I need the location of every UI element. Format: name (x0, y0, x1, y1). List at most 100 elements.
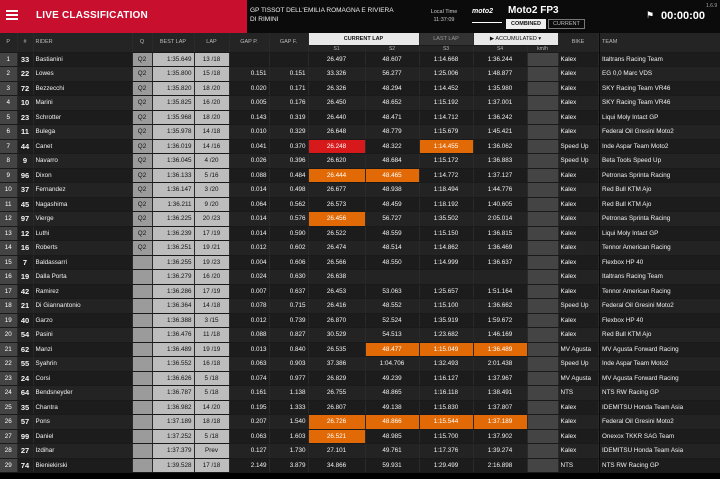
gap-previous: 0.074 (229, 371, 270, 386)
rider-number: 97 (17, 211, 34, 227)
bike-name: Speed Up (558, 298, 599, 314)
table-row[interactable]: 28 27 Izdihar 1:37.379 Prev 0.127 1.730 27.101 4… (0, 443, 720, 459)
lap-count: 20 /23 (194, 211, 230, 227)
table-row[interactable]: 18 21 Di Giannantonio 1:36.364 14 /18 0.078 0.… (0, 298, 720, 314)
table-row[interactable]: 4 10 Marini Q2 1:35.825 16 /20 0.005 0.176 26.45… (0, 95, 720, 111)
sector-4: 1:44.776 (473, 182, 528, 198)
tab-combined[interactable]: COMBINED (506, 19, 546, 29)
sector-3: 1:15.100 (419, 298, 474, 314)
sector-4: 1:36.815 (473, 226, 528, 241)
table-row[interactable]: 12 97 Vierge Q2 1:36.225 20 /23 0.014 0.576 26.4… (0, 211, 720, 227)
tab-last-lap[interactable]: LAST LAP (419, 33, 474, 46)
gap-first: 0.739 (269, 313, 309, 328)
team-name: NTS RW Racing GP (600, 385, 720, 401)
rider-number: 33 (17, 52, 34, 67)
qualifying-cell: Q2 (132, 110, 153, 125)
table-row[interactable]: 19 40 Garzo 1:36.388 3 /15 0.012 0.739 26.870 52… (0, 313, 720, 328)
speed-cell (527, 66, 559, 82)
table-row[interactable]: 5 23 Schrotter Q2 1:35.968 18 /20 0.143 0.319 26… (0, 110, 720, 125)
tab-current-lap[interactable]: CURRENT LAP (308, 33, 420, 46)
table-row[interactable]: 1 33 Bastianini Q2 1:35.649 13 /18 26.497 48.60… (0, 52, 720, 67)
bike-name: Kalex (558, 284, 599, 299)
sector-3: 1:15.150 (419, 226, 474, 241)
accumulated-dropdown[interactable]: ▶ ACCUMULATED ▾ (473, 33, 559, 46)
table-row[interactable]: 29 74 Bieniekirski 1:39.528 17 /18 2.149 3.879… (0, 458, 720, 473)
tab-current[interactable]: CURRENT (547, 19, 585, 29)
sector-1: 26.726 (308, 414, 366, 430)
table-row[interactable]: 10 37 Fernandez Q2 1:36.147 3 /20 0.014 0.498 26… (0, 182, 720, 198)
gap-first: 1.730 (269, 443, 309, 459)
table-row[interactable]: 24 64 Bendsneyder 1:36.787 5 /18 0.161 1.138 26… (0, 385, 720, 401)
table-row[interactable]: 15 7 Baldassarri 1:36.255 19 /23 0.004 0.606 26… (0, 255, 720, 270)
gap-first: 0.562 (269, 197, 309, 212)
team-name: Inde Aspar Team Moto2 (600, 139, 720, 154)
table-row[interactable]: 8 9 Navarro Q2 1:36.045 4 /20 0.026 0.396 26.620… (0, 153, 720, 169)
gap-first: 0.606 (269, 255, 309, 270)
col-gap-p: GAP P. (229, 33, 270, 53)
table-row[interactable]: 9 96 Dixon Q2 1:36.133 5 /16 0.088 0.484 26.444 4… (0, 168, 720, 183)
speed-cell (527, 284, 559, 299)
version-label: 1.6.9 (706, 3, 718, 9)
gap-previous (229, 52, 270, 67)
sector-2: 48.652 (365, 95, 420, 111)
table-row[interactable]: 7 44 Canet Q2 1:36.019 14 /16 0.041 0.370 26.248… (0, 139, 720, 154)
sector-2: 48.866 (365, 414, 420, 430)
table-row[interactable]: 21 62 Manzi 1:36.489 19 /19 0.013 0.840 26.535 4… (0, 342, 720, 357)
table-row[interactable]: 25 35 Chantra 1:36.982 14 /20 0.195 1.333 26.80… (0, 400, 720, 415)
lap-count: 5 /18 (194, 385, 230, 401)
gap-first: 1.540 (269, 414, 309, 430)
sector-4: 1:36.662 (473, 298, 528, 314)
best-lap: 1:36.251 (152, 240, 195, 256)
sector-1: 26.521 (308, 429, 366, 444)
speed-cell (527, 269, 559, 285)
speed-cell (527, 197, 559, 212)
gap-first: 0.590 (269, 226, 309, 241)
gap-previous: 2.149 (229, 458, 270, 473)
sector-3: 1:15.049 (419, 342, 474, 357)
bike-name: Kalex (558, 414, 599, 430)
lap-count: 4 /20 (194, 153, 230, 169)
position-cell: 19 (0, 313, 18, 328)
qualifying-cell: Q2 (132, 124, 153, 140)
gap-previous: 0.026 (229, 153, 270, 169)
menu-icon[interactable] (6, 10, 18, 20)
gap-first: 0.329 (269, 124, 309, 140)
qualifying-cell (132, 371, 153, 386)
best-lap: 1:36.982 (152, 400, 195, 415)
gap-first: 1.333 (269, 400, 309, 415)
speed-cell (527, 443, 559, 459)
sector-4: 1:51.164 (473, 284, 528, 299)
table-row[interactable]: 26 57 Pons 1:37.189 18 /18 0.207 1.540 26.726 48… (0, 414, 720, 430)
speed-cell (527, 356, 559, 372)
classification-table: P # RIDER Q BEST LAP LAP GAP P. GAP F. C… (0, 33, 720, 473)
table-row[interactable]: 3 72 Bezzecchi Q2 1:35.820 18 /20 0.020 0.171 26… (0, 81, 720, 96)
table-row[interactable]: 17 42 Ramirez 1:36.286 17 /19 0.007 0.637 26.45… (0, 284, 720, 299)
sector-1: 26.620 (308, 153, 366, 169)
table-row[interactable]: 13 12 Luthi Q2 1:36.239 17 /19 0.014 0.590 26.52… (0, 226, 720, 241)
sector-3: 1:25.657 (419, 284, 474, 299)
sector-2: 48.552 (365, 298, 420, 314)
rider-number: 11 (17, 124, 34, 140)
table-row[interactable]: 27 99 Daniel 1:37.252 5 /18 0.063 1.603 26.521 4… (0, 429, 720, 444)
position-cell: 23 (0, 371, 18, 386)
sector-3: 1:25.006 (419, 66, 474, 82)
sector-3: 1:32.493 (419, 356, 474, 372)
rider-number: 21 (17, 298, 34, 314)
sector-1: 26.677 (308, 182, 366, 198)
table-row[interactable]: 6 11 Bulega Q2 1:35.978 14 /18 0.010 0.329 26.64… (0, 124, 720, 140)
table-row[interactable]: 20 54 Pasini 1:36.476 11 /18 0.088 0.827 30.529… (0, 327, 720, 343)
rider-number: 27 (17, 443, 34, 459)
gap-first: 0.396 (269, 153, 309, 169)
table-row[interactable]: 2 22 Lowes Q2 1:35.800 15 /18 0.151 0.151 33.326… (0, 66, 720, 82)
team-name: Inde Aspar Team Moto2 (600, 356, 720, 372)
qualifying-cell (132, 414, 153, 430)
speed-cell (527, 153, 559, 169)
table-row[interactable]: 14 16 Roberts Q2 1:36.251 19 /21 0.012 0.602 26.… (0, 240, 720, 256)
table-row[interactable]: 22 55 Syahrin 1:36.552 16 /18 0.063 0.903 37.38… (0, 356, 720, 372)
gap-first: 1.603 (269, 429, 309, 444)
table-row[interactable]: 11 45 Nagashima Q2 1:36.211 9 /20 0.064 0.562 26… (0, 197, 720, 212)
sector-3: 1:14.452 (419, 81, 474, 96)
table-row[interactable]: 16 19 Dalla Porta 1:36.279 16 /20 0.024 0.630 2… (0, 269, 720, 285)
sector-1: 27.101 (308, 443, 366, 459)
table-row[interactable]: 23 24 Corsi 1:36.626 5 /18 0.074 0.977 26.829 49… (0, 371, 720, 386)
